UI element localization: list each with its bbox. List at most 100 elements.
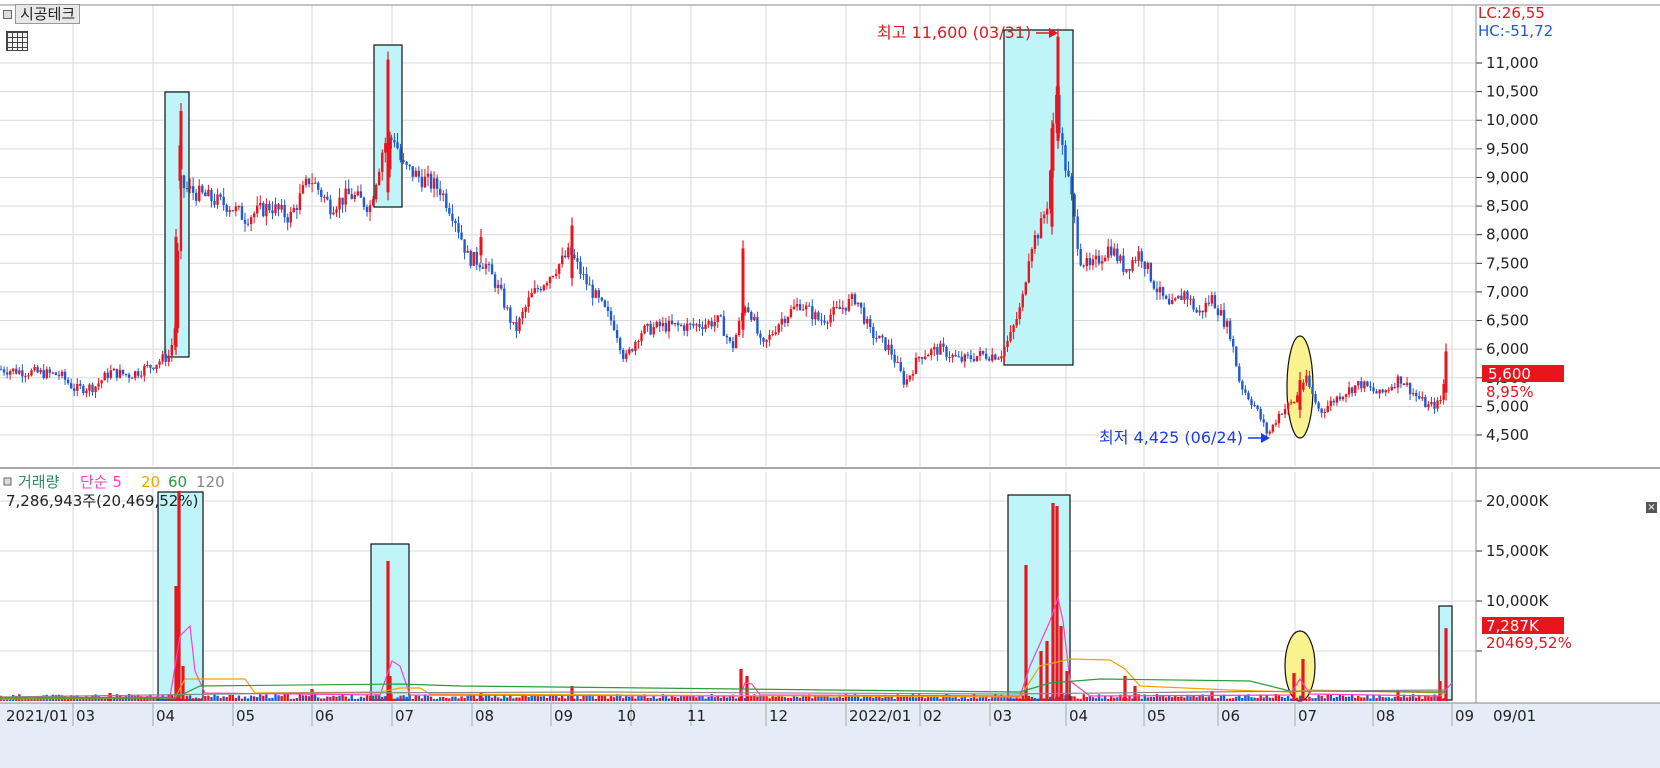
candle-body xyxy=(112,368,116,371)
candle-body xyxy=(1439,400,1442,402)
volume-bar xyxy=(332,695,335,701)
candle-body xyxy=(106,372,109,379)
price-spike-body xyxy=(1056,36,1060,141)
price-spike-body xyxy=(174,236,178,347)
candle-body xyxy=(676,322,680,326)
volume-bar xyxy=(243,696,247,701)
candle-body xyxy=(137,371,140,376)
volume-bar xyxy=(676,698,680,701)
candle-body xyxy=(1235,346,1238,367)
candle-body xyxy=(1018,307,1021,320)
volume-spike xyxy=(310,689,314,701)
candle-body xyxy=(527,297,530,307)
volume-bar xyxy=(1100,698,1104,701)
candle-body xyxy=(850,294,854,300)
volume-bar xyxy=(439,697,442,701)
candle-body xyxy=(978,350,982,356)
volume-bar xyxy=(805,696,808,701)
candle-body xyxy=(472,251,475,266)
volume-bar xyxy=(695,697,698,701)
candle-body xyxy=(1064,145,1067,171)
candle-body xyxy=(1262,419,1265,423)
candle-body xyxy=(661,322,665,327)
candle-body xyxy=(1073,194,1076,217)
volume-bar xyxy=(1393,696,1397,701)
x-axis-label: 10 xyxy=(617,707,636,725)
volume-bar xyxy=(496,697,500,701)
candle-body xyxy=(1094,255,1098,260)
volume-bar xyxy=(1354,697,1357,701)
candle-body xyxy=(1363,381,1366,389)
current-change: 8,95% xyxy=(1486,383,1534,401)
volume-bar xyxy=(966,698,970,701)
table-icon[interactable] xyxy=(6,31,28,51)
volume-close-icon[interactable]: × xyxy=(1646,502,1657,513)
volume-bar xyxy=(283,694,286,701)
candle-body xyxy=(1232,339,1235,347)
candle-body xyxy=(875,337,878,339)
volume-bar xyxy=(1244,695,1247,701)
volume-spike xyxy=(570,686,574,701)
volume-bar xyxy=(1347,696,1351,701)
volume-bar xyxy=(338,695,341,701)
volume-bar xyxy=(811,698,814,701)
x-axis-label: 09 xyxy=(1455,707,1474,725)
candle-body xyxy=(503,288,506,308)
volume-bar xyxy=(557,697,561,701)
price-spike-body xyxy=(1050,128,1054,227)
volume-bar xyxy=(936,696,939,701)
volume-bar xyxy=(1152,697,1156,701)
volume-bar xyxy=(1308,696,1311,701)
price-spike-body xyxy=(386,59,390,193)
candle-body xyxy=(234,206,238,212)
candle-body xyxy=(1125,269,1128,272)
candle-body xyxy=(1296,395,1299,403)
chart-canvas[interactable]: 11,000 10,500 10,000 9,500 9,000 8,500 8,000 7,… xyxy=(0,0,1660,768)
candle-body xyxy=(1009,332,1012,341)
candle-body xyxy=(396,142,399,149)
candle-body xyxy=(664,322,668,332)
volume-bar xyxy=(1070,696,1073,701)
volume-bar xyxy=(1189,696,1192,701)
stock-name-tab[interactable]: 시공테크 xyxy=(3,4,81,24)
volume-bar xyxy=(1299,695,1302,701)
candle-body xyxy=(341,197,344,205)
volume-bar xyxy=(463,698,466,701)
candle-body xyxy=(1174,298,1177,301)
candle-body xyxy=(701,327,704,330)
volume-bar xyxy=(1012,698,1015,701)
candle-body xyxy=(493,274,497,288)
candle-body xyxy=(1143,261,1146,270)
candle-body xyxy=(960,356,963,362)
candle-body xyxy=(780,318,783,325)
volume-bar xyxy=(829,697,832,701)
candle-body xyxy=(707,321,710,325)
volume-bar xyxy=(1140,698,1143,701)
candle-body xyxy=(1335,396,1339,403)
candle-body xyxy=(689,323,692,325)
candle-body xyxy=(713,321,716,327)
volume-bar xyxy=(1116,697,1119,701)
candle-body xyxy=(881,335,884,338)
volume-bar xyxy=(353,698,356,701)
price-spike-body xyxy=(388,139,392,170)
candle-body xyxy=(582,274,585,276)
volume-bar xyxy=(1384,697,1387,701)
volume-bar xyxy=(417,695,421,701)
volume-bar xyxy=(988,698,991,701)
volume-bar xyxy=(963,696,966,701)
volume-bar xyxy=(832,697,835,701)
stock-chart-window: 11,000 10,500 10,000 9,500 9,000 8,500 8,000 7,… xyxy=(0,0,1660,768)
candle-body xyxy=(564,255,567,258)
candle-body xyxy=(170,345,173,356)
volume-bar xyxy=(1289,698,1293,701)
volume-bar xyxy=(631,696,634,701)
candle-body xyxy=(1228,320,1232,340)
candle-body xyxy=(1308,375,1311,388)
candle-body xyxy=(1326,405,1329,412)
x-axis-label: 07 xyxy=(395,707,414,725)
candle-body xyxy=(1024,282,1027,295)
candle-body xyxy=(185,188,189,190)
candle-body xyxy=(1091,259,1095,266)
volume-bar xyxy=(634,698,637,701)
